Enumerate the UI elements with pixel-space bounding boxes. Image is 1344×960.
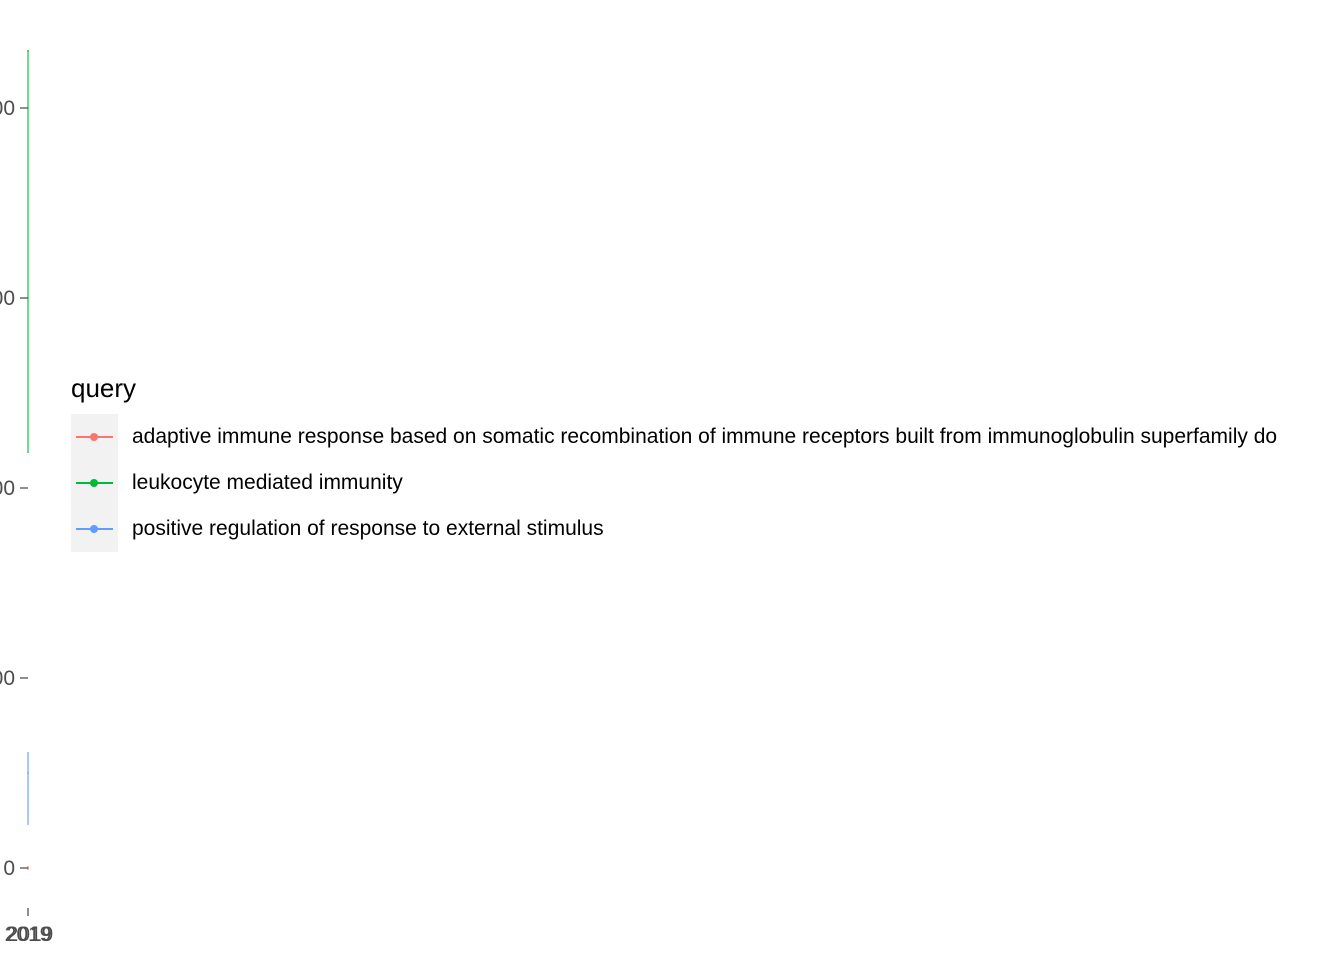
y-axis: 000000000 <box>0 97 28 880</box>
y-tick-label: 00 <box>0 667 15 690</box>
legend-key-point <box>90 433 98 441</box>
series-marks <box>27 50 29 870</box>
legend: query adaptive immune response based on … <box>71 372 1344 552</box>
legend-label-leukocyte: leukocyte mediated immunity <box>132 471 403 494</box>
series-point-leukocyte <box>27 50 29 52</box>
x-axis: 20192019 <box>5 908 54 946</box>
legend-label-positive-regulation: positive regulation of response to exter… <box>132 517 604 540</box>
legend-label-adaptive: adaptive immune response based on somati… <box>132 425 1278 448</box>
legend-key-point <box>90 479 98 487</box>
y-tick-label: 00 <box>0 287 15 310</box>
y-tick-label: 00 <box>0 477 15 500</box>
legend-key-leukocyte <box>71 460 118 506</box>
y-tick-label: 0 <box>3 857 15 880</box>
y-tick-label: 00 <box>0 97 15 120</box>
legend-key-point <box>90 525 98 533</box>
series-point-positive-regulation <box>27 772 29 774</box>
x-tick-label: 2019 <box>7 923 54 946</box>
legend-item-leukocyte: leukocyte mediated immunity <box>71 460 1344 506</box>
legend-key-adaptive <box>71 414 118 460</box>
legend-title: query <box>71 373 137 403</box>
legend-item-adaptive: adaptive immune response based on somati… <box>71 414 1344 460</box>
legend-item-positive-regulation: positive regulation of response to exter… <box>71 506 1344 552</box>
legend-key-positive-regulation <box>71 506 118 552</box>
